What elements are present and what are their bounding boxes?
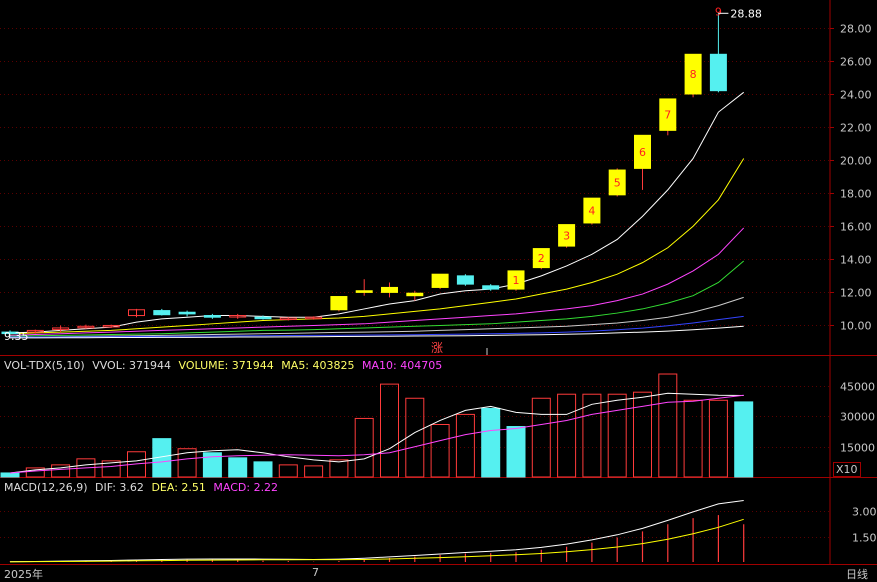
vol-ma10-label: MA10: 404705 <box>362 359 443 372</box>
vol-tick-label: 45000 <box>840 381 875 394</box>
volume-bar <box>658 373 678 478</box>
vvol-label: VVOL: 371944 <box>92 359 172 372</box>
volume-bar <box>304 465 324 478</box>
candle-body <box>203 315 221 318</box>
candle-sequence-mark: 2 <box>538 252 545 265</box>
volume-bar <box>734 401 754 478</box>
zhang-marker: 涨 <box>431 340 443 355</box>
volume-bar <box>405 397 425 478</box>
price-tick-label: 28.00 <box>840 23 872 36</box>
candle-body <box>381 286 398 293</box>
volume-bar <box>683 399 703 478</box>
volume-bar <box>253 461 273 478</box>
candle-body <box>431 273 449 288</box>
vol-tick-label: 15000 <box>840 442 875 455</box>
macd-indicator-name[interactable]: MACD(12,26,9) <box>4 481 88 494</box>
candle-sequence-mark: 4 <box>588 205 595 218</box>
volume-bar <box>708 399 728 478</box>
volume-bar <box>531 397 551 478</box>
macd-dea-line <box>9 518 744 563</box>
vol-tick-label: 30000 <box>840 411 875 424</box>
low-price-label: 9.35 <box>4 330 29 343</box>
price-tick-label: 16.00 <box>840 221 872 234</box>
candle-sequence-mark: 7 <box>664 109 671 122</box>
volume-panel[interactable]: 45000 30000 15000 VOL-TDX(5,10) VVOL: 3719… <box>0 356 877 478</box>
candlestick-chart: 28.00 26.00 24.00 22.00 20.00 18.00 16.00 14.00… <box>0 0 877 356</box>
candle-body <box>482 285 500 290</box>
macd-dea-label: DEA: 2.51 <box>151 481 206 494</box>
candle-body <box>153 310 171 316</box>
volume-bar <box>430 424 450 478</box>
price-tick-label: 14.00 <box>840 254 872 267</box>
candle-body <box>456 275 474 285</box>
macd-panel[interactable]: 3.00 1.50 MACD(12,26,9) DIF: 3.62 DEA: 2.… <box>0 478 877 564</box>
macd-dif-line <box>9 499 744 563</box>
month-label: 7 <box>312 566 319 579</box>
volume-bar <box>228 457 248 478</box>
volume-bar <box>329 459 349 478</box>
price-tick-label: 26.00 <box>840 56 872 69</box>
vol-ma5-label: MA5: 403825 <box>281 359 355 372</box>
candle-sequence-mark: 3 <box>563 229 570 242</box>
price-tick-label: 22.00 <box>840 122 872 135</box>
candle-body <box>355 290 373 293</box>
price-tick-label: 18.00 <box>840 188 872 201</box>
ma-line-3 <box>9 227 745 336</box>
candle-body <box>330 296 348 311</box>
volume-bar <box>455 413 475 478</box>
volume-bar <box>506 426 526 478</box>
candle-body <box>254 316 272 320</box>
candle-body <box>709 53 727 92</box>
macd-tick-label: 3.00 <box>852 506 877 519</box>
volume-bar <box>481 407 501 478</box>
volume-bar <box>0 472 20 478</box>
ma-line-5 <box>10 296 744 338</box>
price-tick-label: 20.00 <box>840 155 872 168</box>
volume-bar <box>278 464 298 478</box>
price-tick-label: 10.00 <box>840 320 872 333</box>
candle-body <box>406 292 424 297</box>
candle-sequence-mark: 6 <box>639 146 646 159</box>
time-axis: 2025年 7 日线 <box>0 564 877 581</box>
high-price-label: 28.88 <box>730 7 762 20</box>
vol-unit-label: X10 <box>833 462 861 477</box>
candle-body <box>178 311 196 315</box>
price-panel[interactable]: 28.00 26.00 24.00 22.00 20.00 18.00 16.00 14.00… <box>0 0 877 356</box>
volume-bar <box>557 393 577 478</box>
macd-value-label: MACD: 2.22 <box>213 481 279 494</box>
volume-label: VOLUME: 371944 <box>178 359 274 372</box>
price-tick-label: 12.00 <box>840 287 872 300</box>
candle-sequence-mark: 9 <box>715 5 722 18</box>
candle-sequence-mark: 8 <box>690 68 697 81</box>
volume-chart: 45000 30000 15000 <box>0 356 877 478</box>
candle-sequence-mark: 1 <box>513 274 520 287</box>
volume-bar <box>380 383 399 478</box>
macd-dif-label: DIF: 3.62 <box>95 481 144 494</box>
volume-bar <box>607 393 627 478</box>
ma-line-2 <box>9 158 745 335</box>
macd-tick-label: 1.50 <box>852 532 877 545</box>
candle-sequence-mark: 5 <box>614 176 621 189</box>
price-tick-label: 24.00 <box>840 89 872 102</box>
vol-indicator-name[interactable]: VOL-TDX(5,10) <box>4 359 85 372</box>
